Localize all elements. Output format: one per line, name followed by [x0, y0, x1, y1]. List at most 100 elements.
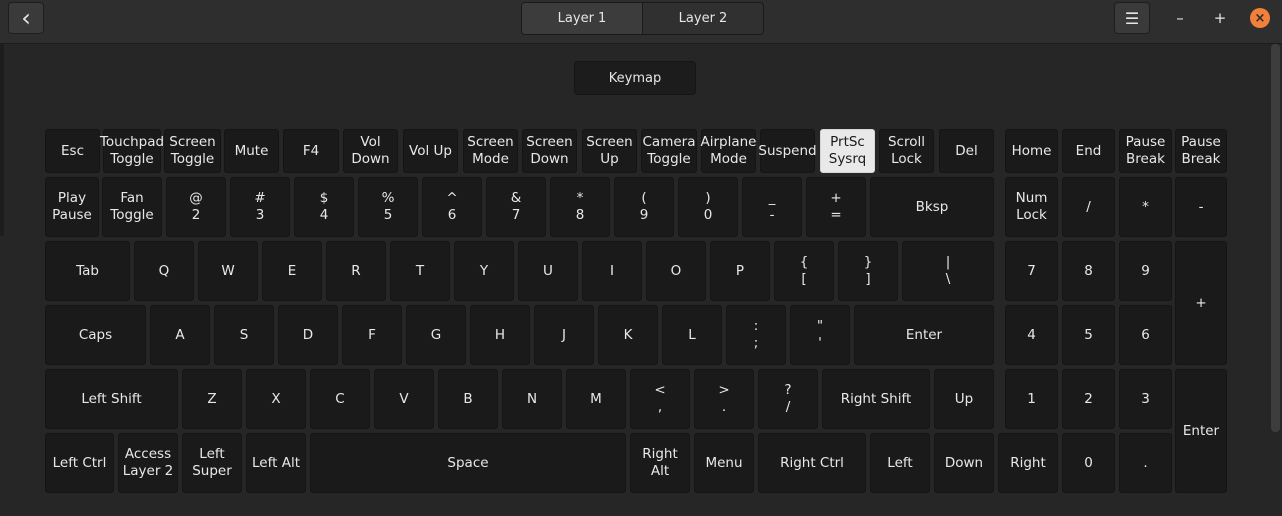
key[interactable]: Vol Up [403, 129, 458, 173]
key[interactable]: S [214, 305, 274, 365]
key[interactable]: ) 0 [678, 177, 738, 237]
key[interactable]: G [406, 305, 466, 365]
key[interactable]: E [262, 241, 322, 301]
key[interactable]: + = [806, 177, 866, 237]
key[interactable]: Left Shift [45, 369, 178, 429]
key[interactable]: J [534, 305, 594, 365]
key[interactable]: Access Layer 2 [118, 433, 178, 493]
key[interactable]: % 5 [358, 177, 418, 237]
key[interactable]: Touchpad Toggle [100, 129, 164, 173]
key[interactable]: " ' [790, 305, 850, 365]
back-button[interactable]: ‹ [8, 2, 44, 34]
key[interactable]: Right [998, 433, 1058, 493]
key[interactable]: Q [134, 241, 194, 301]
key[interactable]: Z [182, 369, 242, 429]
key[interactable]: Left Alt [246, 433, 306, 493]
key[interactable]: Right Alt [630, 433, 690, 493]
key[interactable]: N [502, 369, 562, 429]
key[interactable]: F4 [283, 129, 339, 173]
key[interactable]: _ - [742, 177, 802, 237]
key[interactable]: Enter [1175, 369, 1227, 493]
key[interactable]: Home [1005, 129, 1058, 173]
key[interactable]: Airplane Mode [701, 129, 757, 173]
keymap-button[interactable]: Keymap [574, 61, 696, 95]
key[interactable]: ? / [758, 369, 818, 429]
key-selected[interactable]: PrtSc Sysrq [820, 129, 875, 173]
key[interactable]: Del [939, 129, 994, 173]
key[interactable]: End [1062, 129, 1115, 173]
key[interactable]: 5 [1062, 305, 1115, 365]
key[interactable]: Play Pause [45, 177, 99, 237]
key[interactable]: Up [934, 369, 994, 429]
key[interactable]: * [1119, 177, 1172, 237]
scrollbar[interactable] [1271, 44, 1280, 432]
key[interactable]: O [646, 241, 706, 301]
key[interactable]: K [598, 305, 658, 365]
key[interactable]: - [1175, 177, 1227, 237]
key[interactable]: V [374, 369, 434, 429]
key[interactable]: Fan Toggle [102, 177, 162, 237]
key[interactable]: A [150, 305, 210, 365]
key[interactable]: : ; [726, 305, 786, 365]
key[interactable]: Tab [45, 241, 130, 301]
key[interactable]: Screen Down [522, 129, 577, 173]
menu-button[interactable]: ☰ [1114, 2, 1150, 34]
key[interactable]: $ 4 [294, 177, 354, 237]
key[interactable]: Vol Down [343, 129, 398, 173]
key[interactable]: I [582, 241, 642, 301]
key[interactable]: 7 [1005, 241, 1058, 301]
tab-layer-1[interactable]: Layer 1 [522, 3, 643, 34]
key[interactable]: / [1062, 177, 1115, 237]
key[interactable]: Left Super [182, 433, 242, 493]
key[interactable]: Scroll Lock [879, 129, 934, 173]
key[interactable]: Suspend [758, 129, 817, 173]
key[interactable]: D [278, 305, 338, 365]
key[interactable]: 0 [1062, 433, 1115, 493]
key[interactable]: R [326, 241, 386, 301]
key[interactable]: @ 2 [166, 177, 226, 237]
key[interactable]: # 3 [230, 177, 290, 237]
key[interactable]: Menu [694, 433, 754, 493]
key[interactable]: } ] [838, 241, 898, 301]
key[interactable]: W [198, 241, 258, 301]
key[interactable]: Down [934, 433, 994, 493]
key[interactable]: 4 [1005, 305, 1058, 365]
key[interactable]: 9 [1119, 241, 1172, 301]
key[interactable]: > . [694, 369, 754, 429]
key[interactable]: M [566, 369, 626, 429]
key[interactable]: P [710, 241, 770, 301]
tab-layer-2[interactable]: Layer 2 [643, 3, 763, 34]
key[interactable]: * 8 [550, 177, 610, 237]
key[interactable]: Space [310, 433, 626, 493]
key[interactable]: + [1175, 241, 1227, 365]
key[interactable]: Left [870, 433, 930, 493]
key[interactable]: 6 [1119, 305, 1172, 365]
key[interactable]: Mute [224, 129, 279, 173]
key[interactable]: Camera Toggle [641, 129, 697, 173]
key[interactable]: B [438, 369, 498, 429]
close-button[interactable]: × [1250, 8, 1270, 28]
key[interactable]: 3 [1119, 369, 1172, 429]
maximize-button[interactable]: + [1210, 8, 1230, 28]
key[interactable]: & 7 [486, 177, 546, 237]
key[interactable]: T [390, 241, 450, 301]
key[interactable]: Num Lock [1005, 177, 1058, 237]
key[interactable]: Screen Up [582, 129, 637, 173]
key[interactable]: < , [630, 369, 690, 429]
key[interactable]: . [1119, 433, 1172, 493]
key[interactable]: Bksp [870, 177, 994, 237]
key[interactable]: 2 [1062, 369, 1115, 429]
key[interactable]: H [470, 305, 530, 365]
key[interactable]: Right Ctrl [758, 433, 866, 493]
key[interactable]: ^ 6 [422, 177, 482, 237]
key[interactable]: C [310, 369, 370, 429]
key[interactable]: Pause Break [1175, 129, 1227, 173]
key[interactable]: Esc [45, 129, 100, 173]
key[interactable]: 8 [1062, 241, 1115, 301]
key[interactable]: F [342, 305, 402, 365]
minimize-button[interactable]: – [1170, 8, 1190, 28]
key[interactable]: Y [454, 241, 514, 301]
key[interactable]: { [ [774, 241, 834, 301]
key[interactable]: Pause Break [1119, 129, 1172, 173]
key[interactable]: ( 9 [614, 177, 674, 237]
